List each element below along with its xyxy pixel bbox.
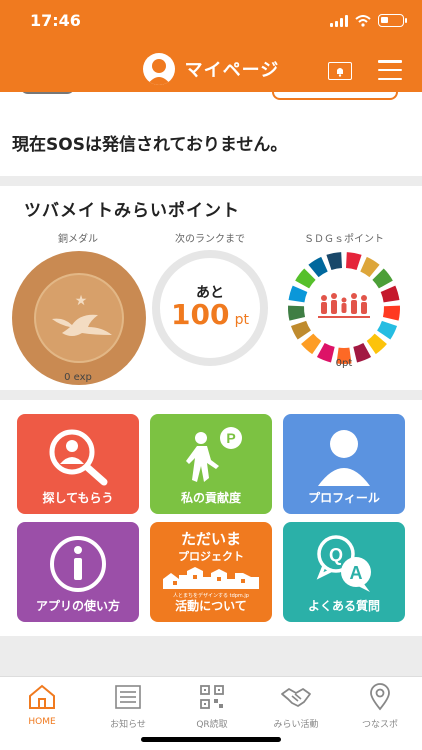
menu-icon[interactable] (378, 60, 402, 80)
tile-how-to-use[interactable]: アプリの使い方 (17, 522, 139, 622)
qa-bubbles-icon: Q A (283, 532, 405, 596)
tile-contribution[interactable]: P 私の貢献度 (150, 414, 272, 514)
tile-faq[interactable]: Q A よくある質問 (283, 522, 405, 622)
sdg-segment (345, 252, 362, 271)
tab-label: QR読取 (196, 720, 228, 730)
next-rank-ring: あと 100 pt (152, 250, 268, 366)
svg-text:A: A (350, 563, 363, 583)
sdg-segment (377, 320, 398, 340)
banner-subtitle: プロジェクト (178, 550, 244, 563)
tile-profile[interactable]: プロフィール (283, 414, 405, 514)
tab-qr-scan[interactable]: QR読取 (170, 683, 254, 730)
qr-code-icon (170, 683, 254, 711)
sdg-segment (290, 320, 311, 340)
app-header: 17:46 マイページ (0, 0, 422, 92)
sos-status-card: 現在SOSは発信されておりません。 (0, 92, 422, 176)
sos-button-edge[interactable] (272, 92, 398, 100)
map-pin-icon (338, 683, 422, 711)
exp-value: 0 exp (64, 372, 92, 383)
tab-label: つなスポ (361, 720, 398, 730)
swallow-bird-icon (36, 305, 126, 349)
rank-remaining-value: 100 (171, 298, 230, 331)
battery-icon (378, 14, 407, 27)
town-skyline-icon (163, 567, 259, 589)
newspaper-icon (86, 683, 170, 711)
sdg-segment (382, 305, 400, 321)
tile-label: 私の貢献度 (180, 491, 241, 505)
signal-icon (330, 14, 348, 27)
menu-grid: 探してもらう P 私の貢献度 プロフィール アプリの使い方 ただいま プロジェク… (0, 400, 422, 636)
avatar-icon[interactable] (142, 53, 175, 85)
walking-person-icon: P (150, 424, 272, 488)
sdg-segment (288, 305, 306, 321)
page-title: マイページ (184, 60, 280, 81)
svg-text:Q: Q (329, 545, 343, 565)
sdgs-label: ＳＤＧｓポイント (304, 234, 384, 245)
tab-label: みらい活動 (273, 720, 319, 730)
sdg-segment (380, 285, 400, 303)
tile-about-activity[interactable]: ただいま プロジェクト 人とまちをデザインする tdpm.jp 活動について (150, 522, 272, 622)
sdg-segment (372, 268, 393, 289)
tadaima-project-logo: ただいま プロジェクト 人とまちをデザインする tdpm.jp (150, 528, 272, 599)
points-title: ツバメイトみらいポイント (24, 201, 240, 221)
svg-text:P: P (226, 430, 235, 446)
sdg-segment (360, 256, 380, 278)
sdg-segment (295, 268, 316, 289)
wifi-icon (355, 14, 371, 27)
tab-news[interactable]: お知らせ (86, 683, 170, 730)
rank-remaining-unit: pt (234, 312, 249, 328)
points-card: ツバメイトみらいポイント 銅メダル 次のランクまで ＳＤＧｓポイント ★ 0 e… (0, 186, 422, 390)
bronze-medal-icon: ★ (12, 251, 146, 385)
home-indicator (141, 737, 281, 742)
tile-label: よくある質問 (307, 599, 380, 613)
rank-remaining: 100 pt (160, 298, 260, 331)
handshake-icon (254, 683, 338, 711)
home-icon (0, 683, 84, 711)
sdg-segment (288, 285, 308, 303)
person-icon (283, 424, 405, 488)
sdgs-wheel-icon (288, 252, 400, 364)
tab-tsunaspo[interactable]: つなスポ (338, 683, 422, 730)
sos-status-text: 現在SOSは発信されておりません。 (12, 135, 288, 155)
sdg-segment (366, 333, 387, 355)
sos-heading-edge (20, 92, 75, 94)
magnifier-person-icon (17, 424, 139, 488)
nav-title-bar: マイページ (0, 52, 422, 86)
tab-label: HOME (28, 717, 56, 727)
status-bar: 17:46 (0, 0, 422, 44)
status-icons (330, 14, 407, 27)
tile-label: プロフィール (308, 491, 380, 505)
notification-bell-icon[interactable] (328, 62, 352, 80)
medal-label: 銅メダル (58, 234, 98, 245)
tile-label: アプリの使い方 (35, 599, 120, 613)
tile-label: 活動について (175, 599, 247, 613)
rank-label: 次のランクまで (175, 234, 245, 245)
banner-title: ただいま (180, 530, 241, 548)
tile-label: 探してもらう (42, 491, 114, 505)
sdg-segment (326, 252, 343, 271)
sdg-segment (301, 333, 322, 355)
tab-label: お知らせ (110, 720, 146, 730)
sdg-segment (308, 256, 328, 278)
sdgs-value: 0pt (335, 358, 353, 369)
tab-home[interactable]: HOME (0, 683, 84, 727)
status-time: 17:46 (30, 11, 81, 30)
tab-mirai-activity[interactable]: みらい活動 (254, 683, 338, 730)
tile-search-me[interactable]: 探してもらう (17, 414, 139, 514)
info-icon (17, 532, 139, 596)
